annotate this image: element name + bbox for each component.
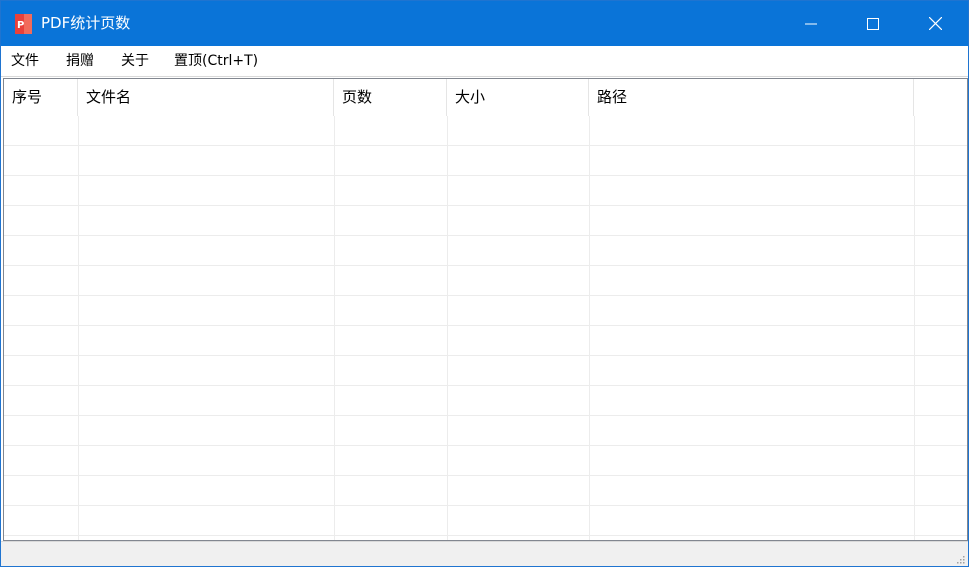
menu-file[interactable]: 文件 xyxy=(11,52,39,70)
table-row xyxy=(4,446,967,476)
minimize-icon xyxy=(805,23,817,24)
close-button[interactable] xyxy=(912,1,958,46)
table-header: 序号 文件名 页数 大小 路径 xyxy=(4,79,967,116)
status-bar xyxy=(1,541,968,566)
table-row xyxy=(4,416,967,446)
maximize-icon xyxy=(867,17,879,30)
table-row xyxy=(4,296,967,326)
table-row xyxy=(4,146,967,176)
table-row xyxy=(4,326,967,356)
table-row xyxy=(4,476,967,506)
table-row xyxy=(4,116,967,146)
svg-text:P: P xyxy=(17,20,24,31)
title-bar[interactable]: P PDF统计页数 xyxy=(1,1,968,46)
menu-bar: 文件 捐赠 关于 置顶(Ctrl+T) xyxy=(1,46,968,77)
column-header-filename[interactable]: 文件名 xyxy=(78,79,334,116)
app-window: P PDF统计页数 文件 捐赠 关于 置顶(Ctrl+T) 序号 文件名 页数 … xyxy=(0,0,969,567)
column-header-size[interactable]: 大小 xyxy=(447,79,589,116)
column-header-pages[interactable]: 页数 xyxy=(334,79,447,116)
close-icon xyxy=(928,17,942,30)
menu-donate[interactable]: 捐赠 xyxy=(66,52,94,70)
table-row xyxy=(4,176,967,206)
maximize-button[interactable] xyxy=(850,1,896,46)
table-row xyxy=(4,206,967,236)
table-row xyxy=(4,386,967,416)
column-header-index[interactable]: 序号 xyxy=(4,79,78,116)
file-list-table[interactable]: 序号 文件名 页数 大小 路径 xyxy=(3,78,968,541)
menu-about[interactable]: 关于 xyxy=(121,52,149,70)
minimize-button[interactable] xyxy=(788,1,834,46)
pdf-icon: P xyxy=(15,14,32,34)
window-title: PDF统计页数 xyxy=(41,14,131,32)
table-row xyxy=(4,266,967,296)
table-row xyxy=(4,236,967,266)
column-header-path[interactable]: 路径 xyxy=(589,79,914,116)
resize-grip-icon[interactable] xyxy=(955,554,965,564)
table-row xyxy=(4,506,967,536)
table-row xyxy=(4,356,967,386)
menu-pin-on-top[interactable]: 置顶(Ctrl+T) xyxy=(174,52,258,70)
